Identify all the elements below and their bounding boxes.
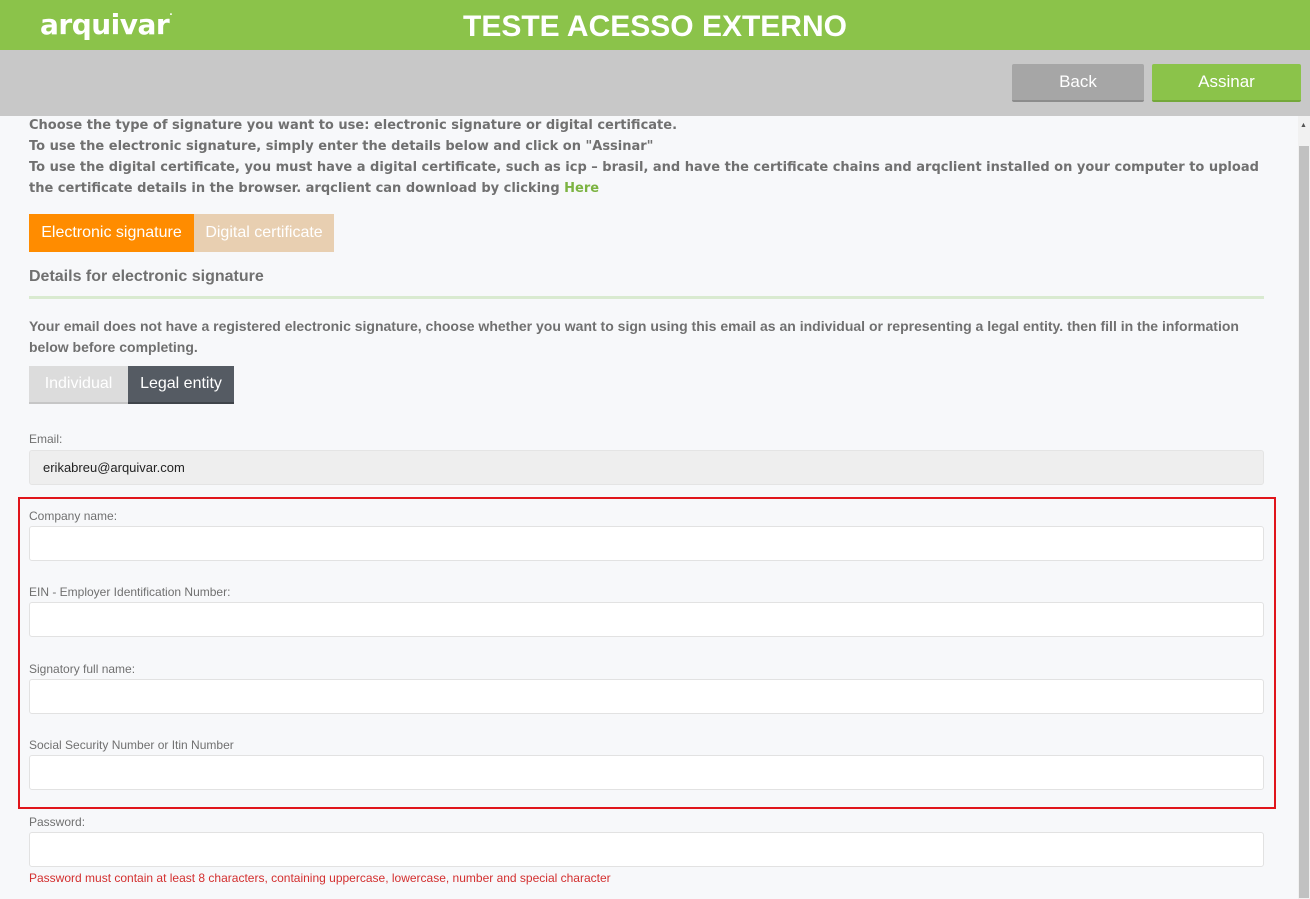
toggle-individual[interactable]: Individual <box>29 366 128 404</box>
instruction-line-3: To use the digital certificate, you must… <box>29 157 1269 199</box>
password-requirements-hint: Password must contain at least 8 charact… <box>29 871 611 885</box>
section-divider <box>29 296 1264 299</box>
ssn-label: Social Security Number or Itin Number <box>29 738 234 752</box>
signatory-name-label: Signatory full name: <box>29 662 136 676</box>
action-bar: Back Assinar <box>0 50 1310 116</box>
company-name-input[interactable] <box>29 526 1264 561</box>
back-button[interactable]: Back <box>1012 64 1144 102</box>
toggle-legal-entity[interactable]: Legal entity <box>128 366 234 404</box>
ssn-input[interactable] <box>29 755 1264 790</box>
instruction-line-1: Choose the type of signature you want to… <box>29 118 678 133</box>
signature-notice: Your email does not have a registered el… <box>29 318 1239 355</box>
arqclient-download-link[interactable]: Here <box>564 181 599 196</box>
password-label: Password: <box>29 815 86 829</box>
email-label: Email: <box>29 432 63 446</box>
sign-button[interactable]: Assinar <box>1152 64 1301 102</box>
email-field[interactable] <box>29 450 1264 485</box>
company-name-label: Company name: <box>29 509 118 523</box>
instruction-line-3-text: To use the digital certificate, you must… <box>29 160 1259 196</box>
tab-electronic-signature[interactable]: Electronic signature <box>29 214 194 252</box>
section-title: Details for electronic signature <box>29 268 264 285</box>
ein-input[interactable] <box>29 602 1264 637</box>
scroll-up-arrow-icon[interactable]: ▲ <box>1300 122 1307 130</box>
signatory-name-input[interactable] <box>29 679 1264 714</box>
password-input[interactable] <box>29 832 1264 867</box>
vertical-scrollbar[interactable]: ▲ <box>1298 116 1310 899</box>
scrollbar-thumb[interactable] <box>1299 146 1309 898</box>
page-title: TESTE ACESSO EXTERNO <box>463 10 847 43</box>
instruction-line-2: To use the electronic signature, simply … <box>29 139 654 154</box>
top-header-bar: arquivar. TESTE ACESSO EXTERNO <box>0 0 1310 50</box>
ein-label: EIN - Employer Identification Number: <box>29 585 231 599</box>
tab-digital-certificate[interactable]: Digital certificate <box>194 214 334 252</box>
